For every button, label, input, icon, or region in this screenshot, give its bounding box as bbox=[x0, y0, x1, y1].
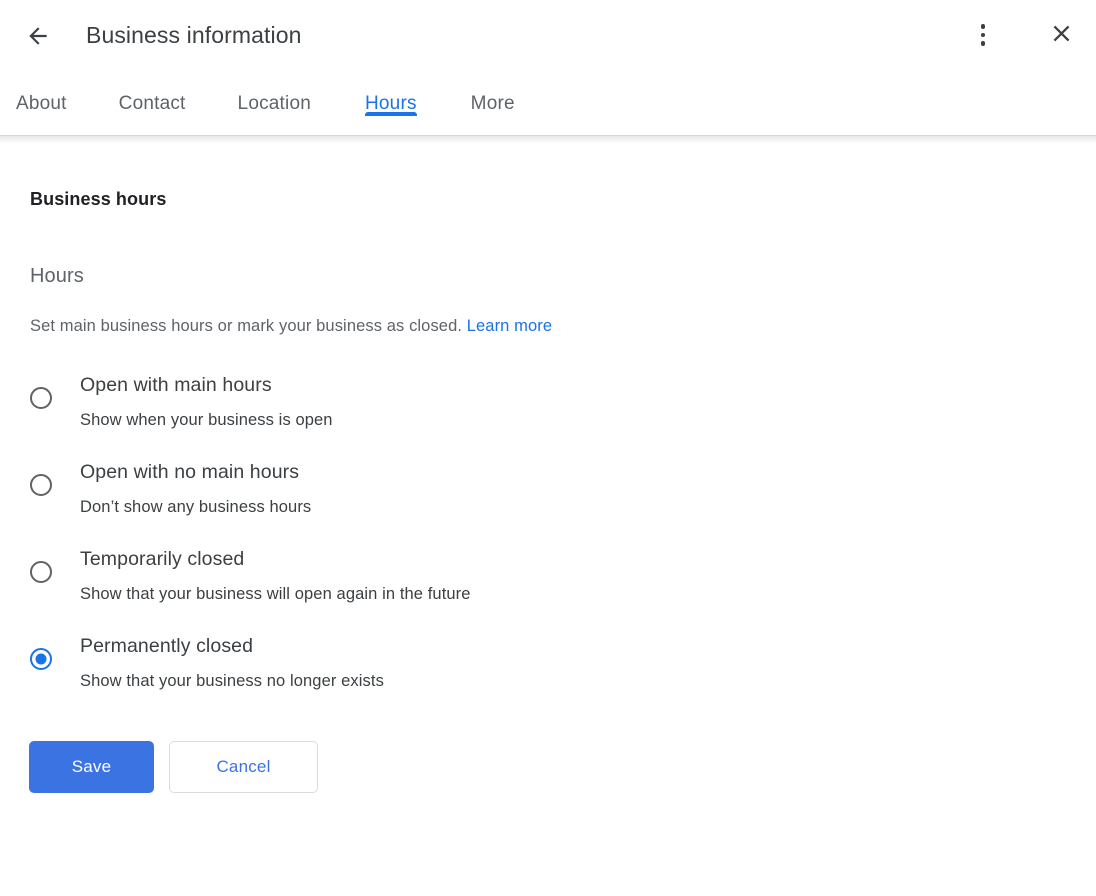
radio-option-title: Open with no main hours bbox=[80, 461, 299, 483]
more-vertical-icon bbox=[981, 24, 986, 46]
tab-label: More bbox=[471, 93, 515, 114]
radio-option-subtitle: Show when your business is open bbox=[80, 408, 333, 432]
radio-option-temporarily-closed[interactable]: Temporarily closed Show that your busine… bbox=[30, 545, 1066, 606]
dialog-header: Business information bbox=[0, 0, 1096, 70]
close-button[interactable] bbox=[1040, 14, 1082, 56]
tab-more[interactable]: More bbox=[471, 70, 515, 116]
radio-option-text: Open with main hours Show when your busi… bbox=[80, 371, 333, 432]
radio-button[interactable] bbox=[30, 474, 52, 496]
header-actions bbox=[962, 14, 1082, 56]
radio-option-title: Temporarily closed bbox=[80, 548, 244, 570]
radio-option-permanently-closed[interactable]: Permanently closed Show that your busine… bbox=[30, 632, 1066, 693]
tab-contact[interactable]: Contact bbox=[119, 70, 186, 116]
radio-button[interactable] bbox=[30, 561, 52, 583]
save-button[interactable]: Save bbox=[29, 741, 154, 793]
more-options-button[interactable] bbox=[962, 14, 1004, 56]
radio-option-text: Permanently closed Show that your busine… bbox=[80, 632, 384, 693]
radio-option-open-with-main-hours[interactable]: Open with main hours Show when your busi… bbox=[30, 371, 1066, 432]
tab-label: About bbox=[16, 93, 67, 114]
radio-option-text: Open with no main hours Don’t show any b… bbox=[80, 458, 311, 519]
tab-location[interactable]: Location bbox=[238, 70, 311, 116]
business-information-dialog: { "header": { "title": "Business informa… bbox=[0, 0, 1096, 896]
header-divider bbox=[0, 135, 1096, 136]
radio-option-open-with-no-main-hours[interactable]: Open with no main hours Don’t show any b… bbox=[30, 458, 1066, 519]
radio-button[interactable] bbox=[30, 387, 52, 409]
tab-about[interactable]: About bbox=[16, 70, 67, 116]
field-description: Set main business hours or mark your bus… bbox=[30, 289, 1066, 338]
radio-option-text: Temporarily closed Show that your busine… bbox=[80, 545, 471, 606]
action-buttons: Save Cancel bbox=[29, 741, 1066, 793]
radio-option-title: Open with main hours bbox=[80, 374, 272, 396]
hours-panel: Business hours Hours Set main business h… bbox=[0, 155, 1096, 793]
active-tab-indicator bbox=[365, 112, 417, 116]
back-button[interactable] bbox=[18, 16, 58, 56]
close-icon bbox=[1048, 20, 1075, 50]
tab-label: Contact bbox=[119, 93, 186, 114]
hours-radio-group: Open with main hours Show when your busi… bbox=[30, 371, 1066, 693]
tab-list: About Contact Location Hours More bbox=[0, 70, 1096, 134]
radio-option-subtitle: Don’t show any business hours bbox=[80, 495, 311, 519]
field-label-hours: Hours bbox=[30, 211, 1066, 289]
arrow-left-icon bbox=[25, 23, 51, 49]
page-title: Business information bbox=[86, 19, 302, 51]
header-divider-shadow bbox=[0, 136, 1096, 144]
tab-hours[interactable]: Hours bbox=[365, 70, 417, 116]
tab-label: Location bbox=[238, 93, 311, 114]
learn-more-link[interactable]: Learn more bbox=[467, 317, 552, 335]
tab-label: Hours bbox=[365, 93, 417, 114]
cancel-button[interactable]: Cancel bbox=[169, 741, 318, 793]
radio-option-subtitle: Show that your business will open again … bbox=[80, 582, 471, 606]
radio-option-subtitle: Show that your business no longer exists bbox=[80, 669, 384, 693]
field-description-text: Set main business hours or mark your bus… bbox=[30, 317, 462, 335]
tab-bar: About Contact Location Hours More bbox=[0, 70, 1096, 155]
radio-option-title: Permanently closed bbox=[80, 635, 253, 657]
radio-button-selected[interactable] bbox=[30, 648, 52, 670]
section-title: Business hours bbox=[30, 155, 1066, 211]
